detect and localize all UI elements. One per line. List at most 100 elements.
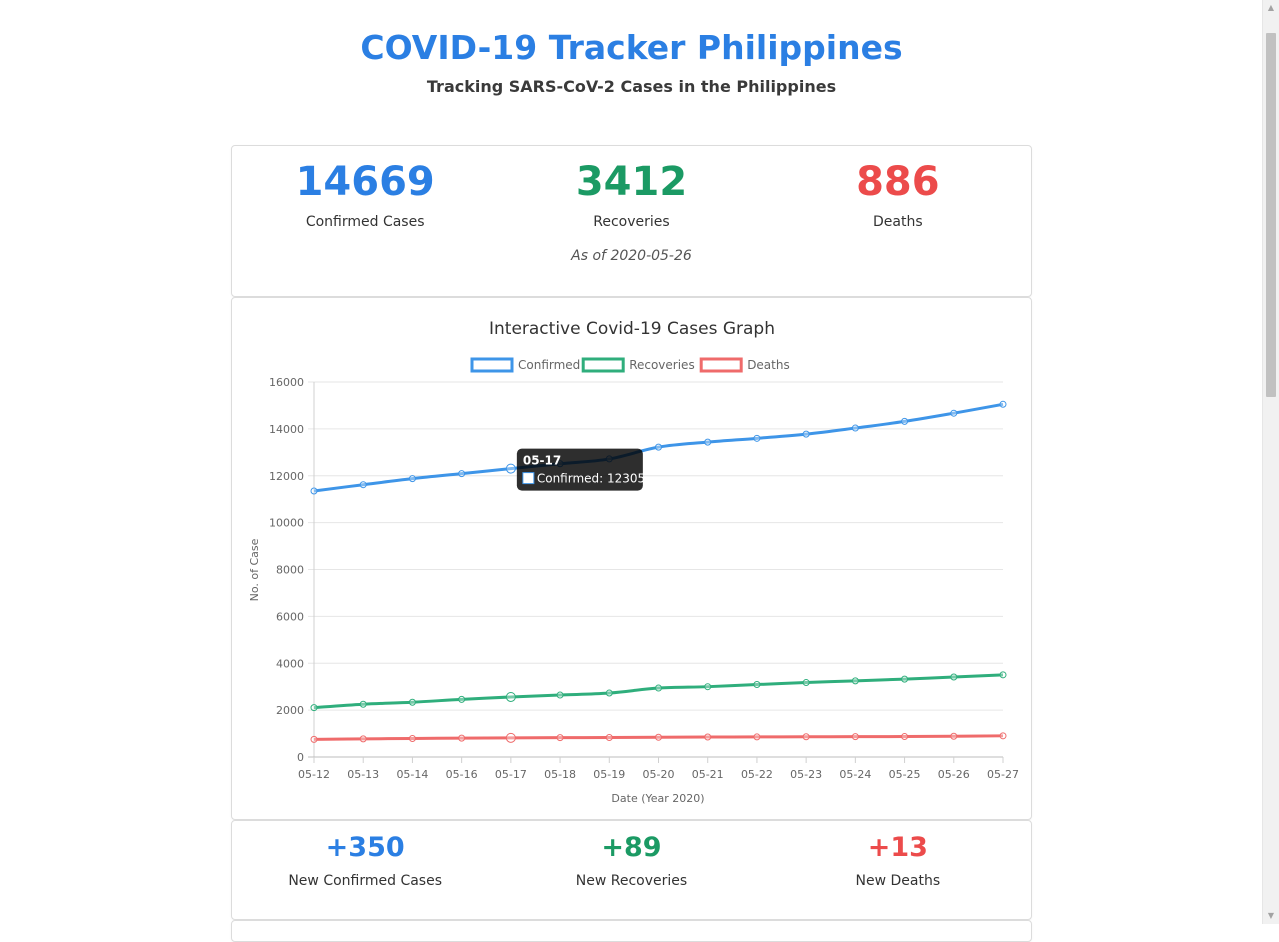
deaths-data-point — [556, 734, 564, 742]
deaths-data-point — [605, 734, 613, 742]
x-tick-label: 05-26 — [938, 768, 970, 781]
recoveries-data-point — [802, 679, 810, 687]
y-axis-label: No. of Case — [248, 538, 261, 601]
recoveries-data-point — [851, 677, 859, 685]
tooltip-title: 05-17 — [523, 454, 561, 468]
recoveries-data-point — [655, 684, 662, 692]
confirmed-data-point — [505, 463, 516, 474]
y-tick-label: 14000 — [269, 423, 304, 436]
recoveries-data-point — [556, 691, 564, 699]
recoveries-data-point — [704, 683, 712, 691]
deaths-data-point — [310, 735, 318, 743]
scrollbar-thumb[interactable] — [1266, 33, 1276, 397]
as-of-date: As of 2020-05-26 — [571, 248, 692, 264]
new-deaths-count: +13 — [867, 832, 928, 863]
deaths-data-point — [359, 735, 367, 743]
new-confirmed-count: +350 — [325, 832, 405, 863]
y-tick-label: 16000 — [269, 376, 304, 389]
deaths-data-point — [704, 733, 712, 741]
legend-swatch — [581, 357, 625, 373]
recoveries-data-point — [359, 700, 367, 708]
x-axis-ticks: 05-12 05-13 05-14 05-16 05-17 05-18 05-19 05-20… — [298, 757, 1019, 781]
confirmed-data-point — [458, 470, 466, 478]
confirmed-label: Confirmed Cases — [305, 214, 425, 230]
totals-card: 14669 Confirmed Cases 3412 Recoveries 88… — [231, 145, 1032, 297]
next-card — [231, 920, 1032, 942]
confirmed-data-point — [704, 438, 712, 446]
confirmed-stat: 14669 Confirmed Cases — [232, 158, 498, 230]
confirmed-data-point — [655, 443, 662, 451]
legend-label: Confirmed — [518, 358, 580, 372]
deaths-label: Deaths — [873, 214, 923, 230]
confirmed-data-point — [851, 424, 859, 432]
confirmed-data-point — [901, 417, 909, 425]
legend-label: Deaths — [747, 358, 790, 372]
chart-title: Interactive Covid-19 Cases Graph — [489, 319, 775, 339]
page: COVID-19 Tracker Philippines Tracking SA… — [0, 0, 1263, 942]
recoveries-data-point — [950, 673, 958, 681]
x-tick-label: 05-27 — [987, 768, 1019, 781]
deaths-data-point — [999, 732, 1007, 740]
legend-item: Recoveries — [581, 357, 695, 373]
chart-card: Interactive Covid-19 Cases Graph Confirm… — [231, 297, 1032, 820]
x-tick-label: 05-19 — [593, 768, 625, 781]
cases-line-chart[interactable]: Interactive Covid-19 Cases Graph Confirm… — [232, 298, 1031, 819]
confirmed-count: 14669 — [295, 159, 435, 205]
x-tick-label: 05-24 — [839, 768, 871, 781]
recoveries-label: Recoveries — [593, 214, 670, 230]
x-tick-label: 05-23 — [790, 768, 822, 781]
deaths-stat: 886 Deaths — [765, 158, 1031, 230]
page-title: COVID-19 Tracker Philippines — [360, 28, 903, 67]
x-tick-label: 05-12 — [298, 768, 330, 781]
recoveries-data-point — [505, 691, 516, 702]
chart-series — [310, 400, 1007, 743]
confirmed-data-point — [359, 481, 367, 489]
legend-item: Confirmed — [470, 357, 580, 373]
new-confirmed-label: New Confirmed Cases — [288, 873, 442, 889]
chart-grid — [308, 381, 1003, 763]
y-axis-ticks: 0 2000 4000 6000 8000 10000 12000 14000 16000 — [269, 376, 304, 764]
chart-legend: Confirmed Recoveries Deaths — [470, 357, 790, 373]
deaths-data-point — [655, 733, 662, 741]
recoveries-stat: 3412 Recoveries — [498, 158, 764, 230]
recoveries-data-point — [605, 689, 613, 697]
recoveries-data-point — [999, 671, 1007, 679]
new-cases-card: +350 New Confirmed Cases +89 New Recover… — [231, 820, 1032, 920]
page-scrollbar[interactable]: ▲ ▼ — [1262, 0, 1279, 924]
scroll-up-arrow-icon[interactable]: ▲ — [1263, 0, 1279, 16]
confirmed-data-point — [802, 430, 810, 438]
x-tick-label: 05-14 — [396, 768, 428, 781]
legend-label: Recoveries — [629, 358, 695, 372]
x-tick-label: 05-22 — [741, 768, 773, 781]
deaths-count: 886 — [856, 159, 940, 205]
recoveries-data-point — [753, 681, 761, 689]
y-tick-label: 0 — [297, 751, 304, 764]
deaths-data-point — [901, 733, 909, 741]
deaths-data-point — [458, 734, 466, 742]
deaths-data-point — [753, 733, 761, 741]
deaths-data-point — [950, 732, 958, 740]
deaths-data-point — [408, 734, 416, 742]
deaths-data-point — [851, 733, 859, 741]
new-recoveries-count: +89 — [601, 832, 662, 863]
page-header: COVID-19 Tracker Philippines Tracking SA… — [0, 0, 1263, 101]
scroll-down-arrow-icon[interactable]: ▼ — [1263, 908, 1279, 924]
x-tick-label: 05-17 — [495, 768, 527, 781]
y-tick-label: 2000 — [276, 704, 304, 717]
tooltip-swatch — [522, 472, 535, 485]
y-tick-label: 12000 — [269, 470, 304, 483]
confirmed-data-point — [999, 400, 1007, 408]
y-tick-label: 8000 — [276, 564, 304, 577]
new-deaths-stat: +13 New Deaths — [765, 831, 1031, 889]
x-axis-label: Date (Year 2020) — [611, 792, 704, 805]
x-tick-label: 05-25 — [889, 768, 921, 781]
x-tick-label: 05-16 — [446, 768, 478, 781]
x-tick-label: 05-21 — [692, 768, 724, 781]
y-tick-label: 4000 — [276, 657, 304, 670]
legend-swatch — [699, 357, 743, 373]
recoveries-data-point — [458, 695, 466, 703]
y-tick-label: 6000 — [276, 610, 304, 623]
x-tick-label: 05-20 — [643, 768, 675, 781]
new-confirmed-stat: +350 New Confirmed Cases — [232, 831, 498, 889]
x-tick-label: 05-13 — [347, 768, 379, 781]
